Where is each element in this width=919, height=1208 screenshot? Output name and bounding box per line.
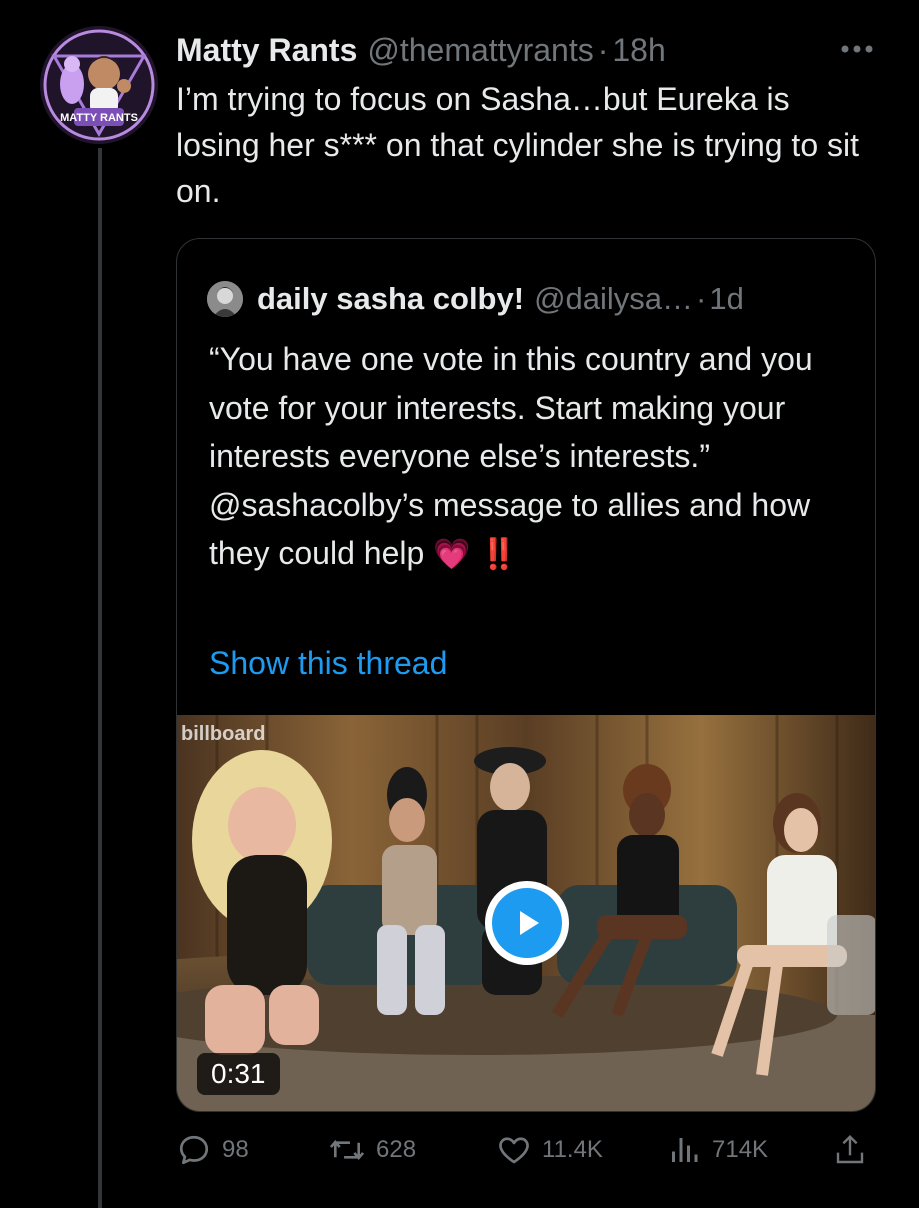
- avatar-image: MATTY RANTS: [40, 26, 158, 144]
- reply-button[interactable]: 98: [176, 1130, 249, 1170]
- reply-count: 98: [222, 1136, 249, 1163]
- views-icon: [672, 1138, 698, 1162]
- tweet-time[interactable]: 18h: [612, 32, 665, 69]
- quote-tweet-card[interactable]: daily sasha colby! @dailysa… · 1d “You h…: [176, 238, 876, 1112]
- quote-avatar: [207, 281, 243, 317]
- quote-author-handle[interactable]: @dailysa…: [534, 281, 693, 317]
- avatar-badge-text: MATTY RANTS: [60, 112, 138, 124]
- quote-header: daily sasha colby! @dailysa… · 1d: [207, 277, 855, 321]
- play-icon: [492, 888, 562, 958]
- heart-icon: [499, 1137, 529, 1164]
- retweet-count: 628: [376, 1136, 417, 1163]
- header-separator: ·: [597, 31, 609, 68]
- share-icon: [836, 1134, 864, 1164]
- tweet-actions: 98 628 11.4K 714K: [176, 1130, 876, 1170]
- author-handle[interactable]: @themattyrants: [367, 32, 593, 69]
- quote-text: “You have one vote in this country and y…: [209, 335, 859, 580]
- quote-emojis: 💗 ‼️: [433, 537, 518, 572]
- reply-icon: [179, 1135, 209, 1165]
- retweet-button[interactable]: 628: [328, 1130, 416, 1170]
- video-duration: 0:31: [197, 1053, 280, 1095]
- retweet-icon: [329, 1139, 365, 1161]
- video-thumbnail[interactable]: billboard 0:31: [177, 715, 875, 1111]
- tweet-text: I’m trying to focus on Sasha…but Eureka …: [176, 81, 859, 209]
- quote-author-name[interactable]: daily sasha colby!: [257, 281, 524, 317]
- quote-time: 1d: [709, 281, 744, 316]
- view-count: 714K: [712, 1136, 769, 1163]
- avatar[interactable]: MATTY RANTS: [40, 26, 158, 144]
- show-thread-link[interactable]: Show this thread: [209, 645, 447, 682]
- play-button[interactable]: [485, 881, 569, 965]
- like-count: 11.4K: [542, 1136, 603, 1163]
- person-1: [192, 750, 332, 1055]
- quote-separator: ·: [696, 281, 707, 316]
- share-button[interactable]: [834, 1130, 876, 1170]
- more-horizontal-icon[interactable]: [835, 32, 879, 66]
- tweet-header: Matty Rants @themattyrants · 18h: [176, 28, 879, 72]
- views-button[interactable]: 714K: [666, 1130, 768, 1170]
- like-button[interactable]: 11.4K: [496, 1130, 603, 1170]
- author-name[interactable]: Matty Rants: [176, 32, 357, 69]
- thread-line: [98, 148, 102, 1208]
- billboard-watermark: billboard: [181, 723, 266, 745]
